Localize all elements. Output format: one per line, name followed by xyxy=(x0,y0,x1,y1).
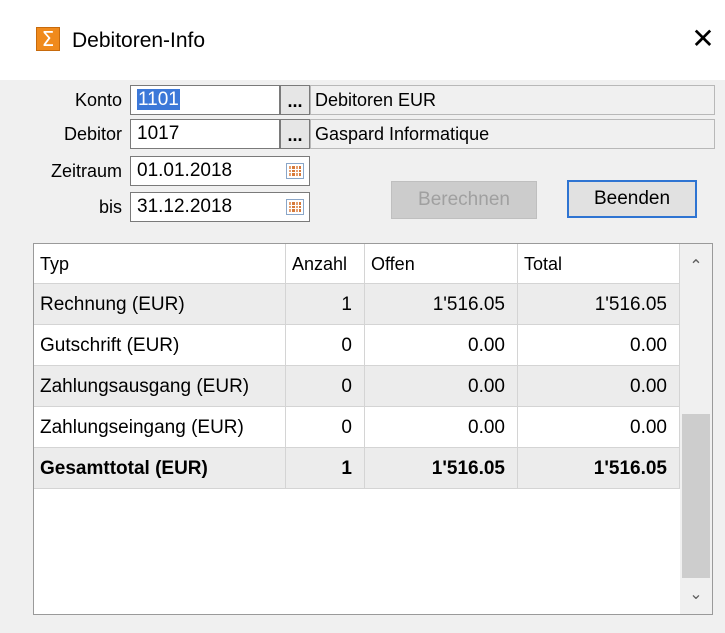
cell-anzahl: 0 xyxy=(286,407,365,448)
debitor-lookup-button[interactable]: ... xyxy=(280,119,310,149)
column-header-total[interactable]: Total xyxy=(518,244,680,284)
column-header-anzahl[interactable]: Anzahl xyxy=(286,244,365,284)
cell-typ: Gutschrift (EUR) xyxy=(34,325,286,366)
berechnen-button[interactable]: Berechnen xyxy=(391,181,537,219)
cell-anzahl: 0 xyxy=(286,366,365,407)
cell-offen: 0.00 xyxy=(365,407,518,448)
konto-value: 1101 xyxy=(137,89,180,110)
table-header: Typ Anzahl Offen Total xyxy=(34,244,680,284)
table-row[interactable]: Rechnung (EUR) 1 1'516.05 1'516.05 xyxy=(34,284,680,325)
cell-anzahl: 1 xyxy=(286,284,365,325)
scrollbar-thumb[interactable] xyxy=(682,414,710,578)
debitor-summary-table: Typ Anzahl Offen Total Rechnung (EUR) 1 … xyxy=(33,243,713,615)
konto-description: Debitoren EUR xyxy=(310,85,715,115)
scroll-up-icon[interactable]: ⌃ xyxy=(680,250,712,282)
konto-lookup-button[interactable]: ... xyxy=(280,85,310,115)
cell-anzahl: 0 xyxy=(286,325,365,366)
close-icon[interactable]: ✕ xyxy=(688,22,718,56)
column-header-typ[interactable]: Typ xyxy=(34,244,286,284)
cell-typ: Zahlungseingang (EUR) xyxy=(34,407,286,448)
cell-anzahl: 1 xyxy=(286,448,365,489)
table-row[interactable]: Zahlungseingang (EUR) 0 0.00 0.00 xyxy=(34,407,680,448)
konto-input[interactable]: 1101 xyxy=(130,85,280,115)
table-row-total[interactable]: Gesamttotal (EUR) 1 1'516.05 1'516.05 xyxy=(34,448,680,489)
cell-typ: Gesamttotal (EUR) xyxy=(34,448,286,489)
table-row[interactable]: Zahlungsausgang (EUR) 0 0.00 0.00 xyxy=(34,366,680,407)
bis-label: bis xyxy=(98,197,122,217)
column-header-offen[interactable]: Offen xyxy=(365,244,518,284)
cell-total: 1'516.05 xyxy=(518,284,680,325)
title-bar: Σ Debitoren-Info ✕ xyxy=(0,0,725,80)
sigma-app-icon: Σ xyxy=(36,27,60,51)
scroll-down-icon[interactable]: ⌄ xyxy=(680,578,712,610)
cell-total: 0.00 xyxy=(518,366,680,407)
cell-typ: Zahlungsausgang (EUR) xyxy=(34,366,286,407)
zeitraum-label: Zeitraum xyxy=(50,161,122,181)
cell-offen: 1'516.05 xyxy=(365,284,518,325)
vertical-scrollbar[interactable]: ⌃ ⌄ xyxy=(680,244,712,614)
cell-total: 1'516.05 xyxy=(518,448,680,489)
cell-typ: Rechnung (EUR) xyxy=(34,284,286,325)
cell-offen: 0.00 xyxy=(365,325,518,366)
window-title: Debitoren-Info xyxy=(72,29,206,52)
beenden-button[interactable]: Beenden xyxy=(567,180,697,218)
cell-total: 0.00 xyxy=(518,407,680,448)
cell-total: 0.00 xyxy=(518,325,680,366)
calendar-icon[interactable] xyxy=(282,194,308,220)
debitoren-info-window: Σ Debitoren-Info ✕ Konto 1101 ... Debito… xyxy=(0,0,725,633)
debitor-label: Debitor xyxy=(63,124,122,144)
cell-offen: 1'516.05 xyxy=(365,448,518,489)
calendar-icon[interactable] xyxy=(282,158,308,184)
table-row[interactable]: Gutschrift (EUR) 0 0.00 0.00 xyxy=(34,325,680,366)
debitor-description: Gaspard Informatique xyxy=(310,119,715,149)
debitor-input[interactable]: 1017 xyxy=(130,119,280,149)
cell-offen: 0.00 xyxy=(365,366,518,407)
konto-label: Konto xyxy=(74,90,122,110)
